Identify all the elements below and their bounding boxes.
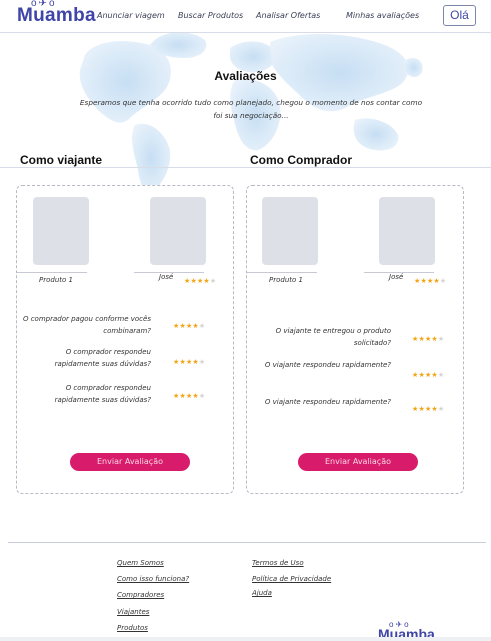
buyer-review-card: Produto 1 José ★★★★★ O viajante te entre… [246, 185, 464, 494]
star-icon: ★★★★ [414, 277, 440, 285]
star-rating-input[interactable]: ★★★★★ [173, 322, 205, 330]
submit-review-button[interactable]: Enviar Avaliação [298, 453, 418, 471]
submit-review-button[interactable]: Enviar Avaliação [70, 453, 190, 471]
plane-icon: o✈o [31, 0, 57, 9]
person-rating: ★★★★★ [414, 277, 446, 285]
footer-link-viajantes[interactable]: Viajantes [117, 608, 149, 616]
footer-link-produtos[interactable]: Produtos [117, 624, 148, 632]
product-label: Produto 1 [39, 276, 73, 284]
review-question: O comprador respondeu rapidamente suas d… [54, 384, 151, 404]
person-avatar [150, 197, 206, 265]
footer-link-como-funciona[interactable]: Como isso funciona? [117, 575, 189, 583]
person-name: José [159, 273, 174, 281]
plane-icon: o✈o [389, 620, 411, 629]
footer-link-termos[interactable]: Termos de Uso [252, 559, 304, 567]
bottom-bar [0, 637, 491, 641]
star-icon: ★ [437, 371, 445, 379]
star-icon: ★★★★ [412, 371, 438, 379]
person-name: José [389, 273, 404, 281]
top-navigation: o✈o Muamba Anunciar viagem Buscar Produt… [0, 0, 491, 33]
nav-link-minhas-avaliacoes[interactable]: Minhas avaliações [346, 11, 419, 20]
star-icon: ★★★★ [173, 322, 199, 330]
star-icon: ★ [209, 277, 217, 285]
footer-divider [8, 542, 486, 543]
star-icon: ★★★★ [184, 277, 210, 285]
star-icon: ★★★★ [173, 358, 199, 366]
star-icon: ★★★★ [412, 335, 438, 343]
star-rating-input[interactable]: ★★★★★ [173, 358, 205, 366]
section-divider [0, 167, 491, 168]
review-question: O viajante respondeu rapidamente? [264, 398, 391, 406]
traveler-review-card: Produto 1 José ★★★★★ O comprador pagou c… [16, 185, 234, 494]
star-icon: ★ [437, 405, 445, 413]
greeting-button[interactable]: Olá [443, 5, 476, 26]
buyer-heading: Como Comprador [250, 153, 352, 167]
star-rating-input[interactable]: ★★★★★ [412, 405, 444, 413]
footer-link-quem-somos[interactable]: Quem Somos [117, 559, 164, 567]
footer-link-privacidade[interactable]: Política de Privacidade [252, 575, 331, 583]
review-question: O viajante respondeu rapidamente? [264, 361, 391, 369]
brand-logo[interactable]: o✈o Muamba [17, 0, 96, 27]
star-rating-input[interactable]: ★★★★★ [173, 392, 205, 400]
traveler-heading: Como viajante [20, 153, 103, 167]
product-label: Produto 1 [269, 276, 303, 284]
star-icon: ★★★★ [412, 405, 438, 413]
review-question: O comprador respondeu rapidamente suas d… [54, 348, 151, 368]
star-icon: ★ [437, 335, 445, 343]
nav-link-anunciar-viagem[interactable]: Anunciar viagem [97, 11, 165, 20]
divider [17, 272, 87, 273]
person-avatar [379, 197, 435, 265]
person-rating: ★★★★★ [184, 277, 216, 285]
star-icon: ★ [198, 392, 206, 400]
star-icon: ★ [198, 358, 206, 366]
footer-link-compradores[interactable]: Compradores [117, 591, 164, 599]
star-icon: ★★★★ [173, 392, 199, 400]
footer-link-ajuda[interactable]: Ajuda [252, 589, 272, 597]
product-image [33, 197, 89, 265]
star-icon: ★ [439, 277, 447, 285]
intro-text: Esperamos que tenha ocorrido tudo como p… [79, 98, 423, 120]
divider [247, 272, 317, 273]
star-icon: ★ [198, 322, 206, 330]
nav-link-buscar-produtos[interactable]: Buscar Produtos [178, 11, 243, 20]
star-rating-input[interactable]: ★★★★★ [412, 335, 444, 343]
product-image [262, 197, 318, 265]
nav-link-analisar-ofertas[interactable]: Analisar Ofertas [256, 11, 320, 20]
star-rating-input[interactable]: ★★★★★ [412, 371, 444, 379]
review-question: O viajante te entregou o produto solicit… [275, 327, 391, 347]
review-question: O comprador pagou conforme vocês combina… [22, 315, 151, 335]
page-title: Avaliações [214, 69, 277, 83]
